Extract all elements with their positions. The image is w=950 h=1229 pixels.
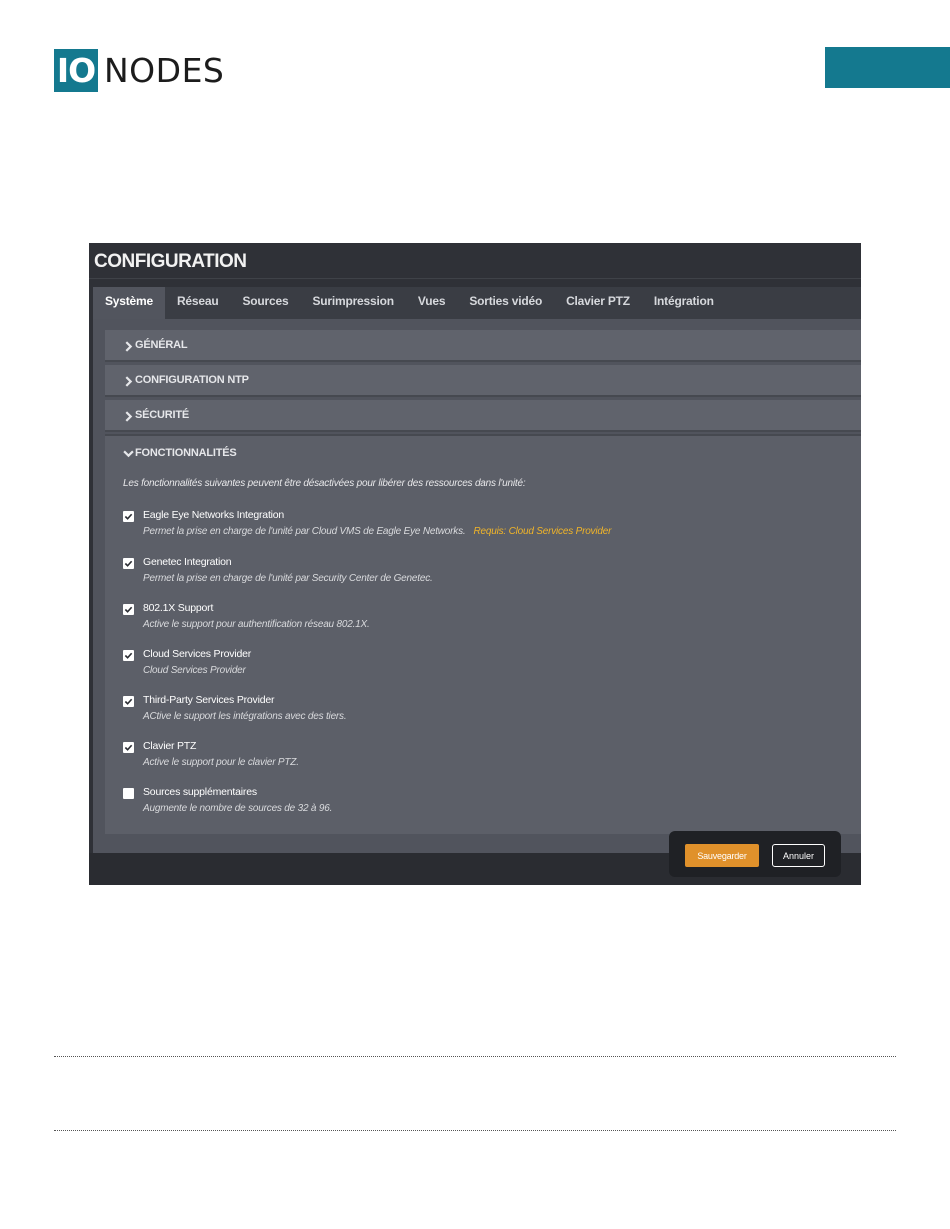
tab-integration[interactable]: Intégration <box>642 287 726 319</box>
action-bar: Sauvegarder Annuler <box>669 831 841 877</box>
feature-checkbox[interactable] <box>123 788 134 799</box>
company-logo: IO NODES <box>54 49 224 92</box>
feature-label: Clavier PTZ <box>143 740 197 752</box>
chevron-down-icon[interactable] <box>123 446 134 458</box>
cancel-button[interactable]: Annuler <box>772 844 825 867</box>
logo-text: NODES <box>104 51 225 90</box>
section-label[interactable]: FONCTIONNALITÉS <box>135 447 237 459</box>
section-general[interactable]: GÉNÉRAL <box>105 330 861 362</box>
feature-requirement: Requis: Cloud Services Provider <box>473 526 612 537</box>
feature-checkbox[interactable] <box>123 696 134 707</box>
feature-description: Active le support pour le clavier PTZ. <box>143 757 299 768</box>
tab-vues[interactable]: Vues <box>406 287 457 319</box>
section-fonctionnalites: FONCTIONNALITÉS Les fonctionnalités suiv… <box>105 434 861 834</box>
feature-label: Third-Party Services Provider <box>143 694 275 706</box>
feature-description: Permet la prise en charge de l'unité par… <box>143 526 611 537</box>
section-label: CONFIGURATION NTP <box>135 374 249 386</box>
features-intro: Les fonctionnalités suivantes peuvent êt… <box>123 478 526 489</box>
section-label: GÉNÉRAL <box>135 339 188 351</box>
section-label: SÉCURITÉ <box>135 409 190 421</box>
feature-description: ACtive le support les intégrations avec … <box>143 711 347 722</box>
tab-surimpression[interactable]: Surimpression <box>300 287 405 319</box>
tab-clavier-ptz[interactable]: Clavier PTZ <box>554 287 642 319</box>
feature-label: Cloud Services Provider <box>143 648 252 660</box>
feature-description: Cloud Services Provider <box>143 665 246 676</box>
configuration-screen: CONFIGURATION Système Réseau Sources Sur… <box>89 243 861 885</box>
save-button[interactable]: Sauvegarder <box>685 844 759 867</box>
tab-sorties-video[interactable]: Sorties vidéo <box>457 287 554 319</box>
chevron-right-icon <box>123 374 134 387</box>
feature-checkbox[interactable] <box>123 650 134 661</box>
feature-label: Genetec Integration <box>143 556 232 568</box>
feature-description: Augmente le nombre de sources de 32 à 96… <box>143 803 333 814</box>
feature-checkbox[interactable] <box>123 511 134 522</box>
feature-label: 802.1X Support <box>143 602 214 614</box>
feature-label: Sources supplémentaires <box>143 786 257 798</box>
feature-checkbox[interactable] <box>123 742 134 753</box>
feature-description: Active le support pour authentification … <box>143 619 370 630</box>
tab-bar: Système Réseau Sources Surimpression Vue… <box>93 287 861 319</box>
feature-label: Eagle Eye Networks Integration <box>143 509 285 521</box>
chevron-right-icon <box>123 339 134 352</box>
logo-box: IO <box>54 49 98 92</box>
feature-description-text: Permet la prise en charge de l'unité par… <box>143 526 466 537</box>
footer-divider-bottom <box>54 1130 896 1131</box>
tab-sources[interactable]: Sources <box>230 287 300 319</box>
tab-reseau[interactable]: Réseau <box>165 287 231 319</box>
header-brand-bar <box>825 47 950 88</box>
section-securite[interactable]: SÉCURITÉ <box>105 400 861 432</box>
title-divider <box>89 278 861 279</box>
tab-content: GÉNÉRAL CONFIGURATION NTP SÉCURITÉ FONCT… <box>93 319 861 853</box>
section-ntp[interactable]: CONFIGURATION NTP <box>105 365 861 397</box>
feature-description: Permet la prise en charge de l'unité par… <box>143 573 433 584</box>
page-title: CONFIGURATION <box>94 251 247 272</box>
footer-divider-top <box>54 1056 896 1057</box>
chevron-right-icon <box>123 409 134 422</box>
feature-checkbox[interactable] <box>123 558 134 569</box>
tab-systeme[interactable]: Système <box>93 287 165 319</box>
feature-checkbox[interactable] <box>123 604 134 615</box>
